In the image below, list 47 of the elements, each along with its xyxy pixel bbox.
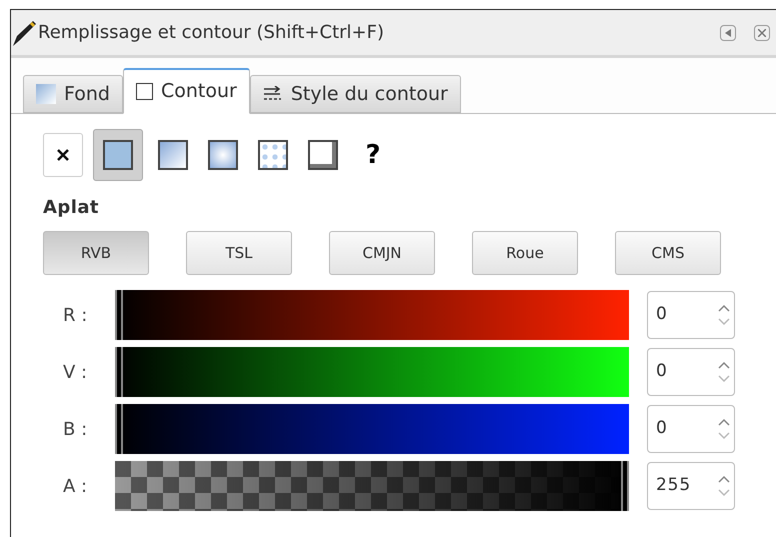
mode-button[interactable]: RVB bbox=[43, 231, 149, 275]
left-arrow-icon bbox=[725, 28, 731, 36]
number-field[interactable]: 255 bbox=[647, 462, 735, 510]
paint-type-button[interactable] bbox=[93, 129, 143, 181]
radial-gradient-icon bbox=[208, 140, 238, 170]
field-value: 255 bbox=[656, 474, 692, 498]
slider-thumb[interactable] bbox=[621, 461, 629, 511]
slider-thumb[interactable] bbox=[115, 404, 123, 454]
lines-icon bbox=[262, 86, 283, 102]
number-field[interactable]: 0 bbox=[647, 291, 735, 339]
color-slider[interactable] bbox=[115, 404, 629, 454]
slider-thumb[interactable] bbox=[115, 290, 123, 340]
flat-square-icon bbox=[103, 140, 133, 170]
channel-label: V : bbox=[62, 360, 88, 384]
channel-label: B : bbox=[62, 418, 88, 442]
fill-icon bbox=[36, 84, 56, 104]
color-slider[interactable] bbox=[115, 290, 629, 340]
mode-button[interactable]: Roue bbox=[472, 231, 578, 275]
tab[interactable]: Style du contour bbox=[250, 75, 461, 113]
channel-label: A : bbox=[62, 474, 88, 498]
tab[interactable]: Fond bbox=[23, 75, 123, 113]
close-button[interactable] bbox=[754, 24, 770, 40]
pattern-icon bbox=[258, 140, 288, 170]
cross-icon bbox=[57, 149, 69, 161]
field-value: 0 bbox=[656, 360, 669, 384]
close-icon bbox=[758, 28, 766, 36]
linear-gradient-icon bbox=[158, 140, 188, 170]
channel-label: R : bbox=[62, 304, 88, 328]
field-value: 0 bbox=[656, 303, 669, 326]
tab[interactable]: Contour bbox=[122, 68, 250, 114]
slider-thumb[interactable] bbox=[115, 347, 123, 397]
color-slider[interactable] bbox=[115, 461, 629, 511]
collapse-button[interactable] bbox=[720, 24, 736, 40]
mode-button[interactable]: TSL bbox=[186, 231, 292, 275]
unset-label: ? bbox=[365, 142, 381, 168]
field-value: 0 bbox=[656, 417, 669, 440]
color-slider[interactable] bbox=[115, 347, 629, 397]
number-field[interactable]: 0 bbox=[647, 348, 735, 396]
section-title: Aplat bbox=[43, 196, 100, 220]
mode-button[interactable]: CMJN bbox=[329, 231, 435, 275]
paint-type-button[interactable] bbox=[43, 133, 83, 177]
number-field[interactable]: 0 bbox=[647, 405, 735, 453]
window-title: Remplissage et contour (Shift+Ctrl+F) bbox=[38, 21, 384, 45]
square-outline-icon bbox=[136, 83, 153, 100]
paint-type-button[interactable]: ? bbox=[353, 133, 393, 177]
mode-button[interactable]: CMS bbox=[615, 231, 721, 275]
swatch-icon bbox=[308, 140, 338, 170]
